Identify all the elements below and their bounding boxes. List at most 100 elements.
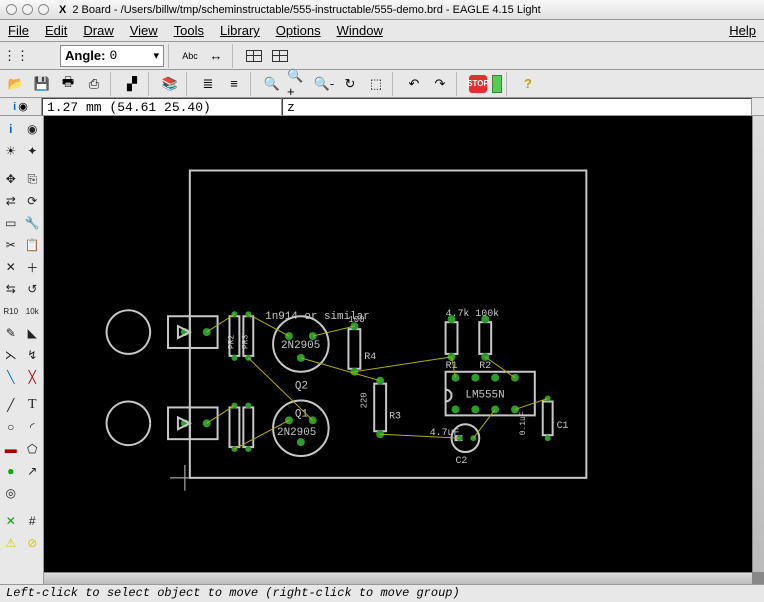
- pr2-label: PR2: [227, 334, 236, 349]
- board-schematic-icon[interactable]: ▞: [120, 72, 144, 96]
- add-tool-icon[interactable]: ＋: [22, 256, 44, 278]
- script-icon[interactable]: ≣: [196, 72, 220, 96]
- r1-val: 4.7k: [446, 308, 470, 319]
- c2-ref: C2: [455, 455, 467, 466]
- cut-tool-icon[interactable]: ✂: [0, 234, 22, 256]
- led-resistors-bottom: [229, 402, 253, 452]
- menu-tools[interactable]: Tools: [174, 23, 204, 38]
- menu-window[interactable]: Window: [337, 23, 383, 38]
- layer-display-icon[interactable]: i ◉: [0, 98, 42, 115]
- ulp-icon[interactable]: ≡: [222, 72, 246, 96]
- led-top: [107, 310, 218, 354]
- auto-tool-icon[interactable]: #: [22, 510, 44, 532]
- vertical-scrollbar[interactable]: [752, 116, 764, 572]
- library-icon[interactable]: 📚: [158, 72, 182, 96]
- menu-library[interactable]: Library: [220, 23, 260, 38]
- name-tool-icon[interactable]: R10: [0, 300, 22, 322]
- split-tool-icon[interactable]: ⋋: [0, 344, 22, 366]
- r4: [348, 322, 360, 376]
- circle-tool-icon[interactable]: ○: [0, 416, 22, 438]
- angle-box: Angle: ▾: [60, 45, 164, 67]
- mark-tool-icon[interactable]: ✦: [22, 140, 44, 162]
- r4-val: 100: [348, 315, 364, 325]
- menu-edit[interactable]: Edit: [45, 23, 67, 38]
- copy-tool-icon[interactable]: ⎘: [22, 168, 44, 190]
- c1-ref: C1: [557, 420, 569, 431]
- menu-bar: File Edit Draw View Tools Library Option…: [0, 20, 764, 42]
- menu-draw[interactable]: Draw: [83, 23, 113, 38]
- pinswap-tool-icon[interactable]: ⇆: [0, 278, 22, 300]
- replace-tool-icon[interactable]: ↺: [22, 278, 44, 300]
- command-input[interactable]: [282, 98, 752, 116]
- r2-val: 100k: [475, 308, 499, 319]
- menu-options[interactable]: Options: [276, 23, 321, 38]
- info-tool-icon[interactable]: i: [0, 118, 22, 140]
- undo-icon[interactable]: ↶: [402, 72, 426, 96]
- param-toolbar: ⋮⋮ Angle: ▾ Abc ↔: [0, 42, 764, 70]
- zoom-select-icon[interactable]: ⬚: [364, 72, 388, 96]
- workspace: i◉ ☀✦ ✥⎘ ⇄⟳ ▭🔧 ✂📋 ✕＋ ⇆↺ R1010k ✎◣ ⋋↯ ╲╳ …: [0, 116, 764, 584]
- go-icon[interactable]: [492, 75, 502, 93]
- grid-a-icon[interactable]: [242, 44, 266, 68]
- eye-icon: ◉: [18, 100, 28, 113]
- show-tool-icon[interactable]: ◉: [22, 118, 44, 140]
- route-tool-icon[interactable]: ╲: [0, 366, 22, 388]
- menu-help[interactable]: Help: [729, 23, 756, 38]
- help-icon[interactable]: ?: [516, 72, 540, 96]
- grid-small-icon[interactable]: ⋮⋮: [4, 44, 28, 68]
- cam-icon[interactable]: ⎙: [82, 72, 106, 96]
- value-tool-icon[interactable]: 10k: [22, 300, 44, 322]
- zoom-out-icon[interactable]: 🔍-: [312, 72, 336, 96]
- r1: [446, 315, 458, 361]
- redo-icon[interactable]: ↷: [428, 72, 452, 96]
- move-tool-icon[interactable]: ✥: [0, 168, 22, 190]
- polygon-tool-icon[interactable]: ⬠: [22, 438, 44, 460]
- board-svg: 2N2905 Q2 Q1 2N2905 1n914 or similar: [44, 116, 752, 572]
- window-title: 2 Board - /Users/billw/tmp/scheminstruct…: [72, 4, 540, 16]
- open-icon[interactable]: 📂: [4, 72, 28, 96]
- board-canvas[interactable]: 2N2905 Q2 Q1 2N2905 1n914 or similar: [44, 116, 752, 572]
- paste-tool-icon[interactable]: 📋: [22, 234, 44, 256]
- c1-val: 0.1uF: [519, 411, 528, 435]
- errors-tool-icon[interactable]: ⊘: [22, 532, 44, 554]
- minimize-window-icon[interactable]: [22, 4, 33, 15]
- dimension-icon[interactable]: ↔: [204, 44, 228, 68]
- miter-tool-icon[interactable]: ◣: [22, 322, 44, 344]
- hole-tool-icon[interactable]: ◎: [0, 482, 22, 504]
- close-window-icon[interactable]: [6, 4, 17, 15]
- change-tool-icon[interactable]: 🔧: [22, 212, 44, 234]
- wire-tool-icon[interactable]: ╱: [0, 394, 22, 416]
- rect-tool-icon[interactable]: ▬: [0, 438, 22, 460]
- angle-dropdown-icon[interactable]: ▾: [153, 49, 159, 62]
- action-toolbar: 📂 💾 🖶 ⎙ ▞ 📚 ≣ ≡ 🔍 🔍+ 🔍- ↻ ⬚ ↶ ↷ STOP ?: [0, 70, 764, 98]
- window-controls[interactable]: [6, 4, 49, 15]
- zoom-fit-icon[interactable]: 🔍: [260, 72, 284, 96]
- zoom-in-icon[interactable]: 🔍+: [286, 72, 310, 96]
- coord-readout: [42, 98, 282, 116]
- print-icon[interactable]: 🖶: [56, 72, 80, 96]
- rotate-tool-icon[interactable]: ⟳: [22, 190, 44, 212]
- ratsnest-tool-icon[interactable]: ✕: [0, 510, 22, 532]
- mirror-tool-icon[interactable]: ⇄: [0, 190, 22, 212]
- r2-ref: R2: [479, 360, 491, 371]
- grid-b-icon[interactable]: [268, 44, 292, 68]
- erc-tool-icon[interactable]: ⚠: [0, 532, 22, 554]
- save-icon[interactable]: 💾: [30, 72, 54, 96]
- optimize-tool-icon[interactable]: ↯: [22, 344, 44, 366]
- stop-icon[interactable]: STOP: [466, 72, 490, 96]
- arc-tool-icon[interactable]: ◜: [22, 416, 44, 438]
- text-style-icon[interactable]: Abc: [178, 44, 202, 68]
- delete-tool-icon[interactable]: ✕: [0, 256, 22, 278]
- ripup-tool-icon[interactable]: ╳: [22, 366, 44, 388]
- signal-tool-icon[interactable]: ↗: [22, 460, 44, 482]
- zoom-window-icon[interactable]: [38, 4, 49, 15]
- menu-file[interactable]: File: [8, 23, 29, 38]
- zoom-redraw-icon[interactable]: ↻: [338, 72, 362, 96]
- smash-tool-icon[interactable]: ✎: [0, 322, 22, 344]
- menu-view[interactable]: View: [130, 23, 158, 38]
- display-tool-icon[interactable]: ☀: [0, 140, 22, 162]
- angle-input[interactable]: [109, 48, 149, 63]
- text-tool-icon[interactable]: T: [22, 394, 44, 416]
- via-tool-icon[interactable]: ●: [0, 460, 22, 482]
- group-tool-icon[interactable]: ▭: [0, 212, 22, 234]
